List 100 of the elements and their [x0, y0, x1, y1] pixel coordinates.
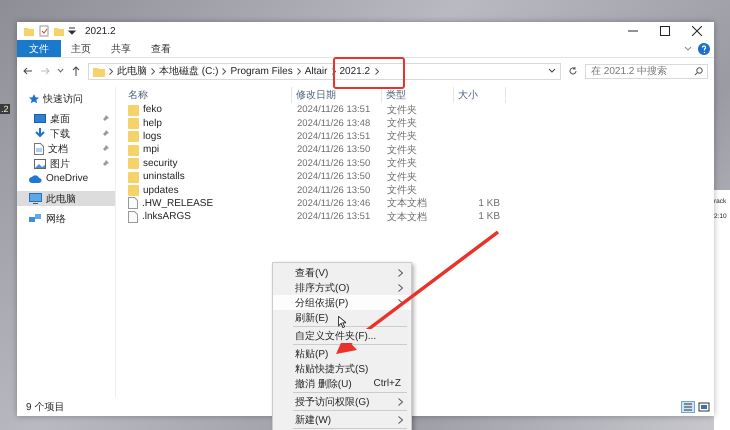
menu-item[interactable]: 排序方式(O)	[273, 280, 411, 295]
menu-item[interactable]: 授予访问权限(G)	[273, 394, 411, 409]
menu-item[interactable]: 分组依据(P)	[273, 295, 411, 310]
chevron-right-icon[interactable]	[296, 68, 301, 74]
sidebar-item[interactable]: 桌面	[17, 111, 115, 126]
chevron-right-icon[interactable]	[151, 68, 155, 74]
chevron-down-icon[interactable]	[548, 68, 556, 74]
file-name[interactable]: .HW_RELEASE	[142, 198, 214, 209]
breadcrumb-item[interactable]: Altair	[304, 66, 328, 76]
menu-item[interactable]: 新建(W)	[273, 412, 411, 427]
file-name[interactable]: uninstalls	[143, 171, 185, 182]
file-name[interactable]: .lnksARGS	[142, 211, 191, 222]
maximize-icon[interactable]	[660, 26, 670, 36]
star-icon	[29, 94, 39, 104]
chevron-right-icon[interactable]	[109, 68, 113, 74]
modified-date: 2024/11/26 13:48	[296, 118, 372, 129]
chevron-right-icon[interactable]	[222, 68, 226, 74]
details-view-icon[interactable]	[681, 401, 695, 413]
search-icon	[694, 66, 703, 76]
file-name[interactable]: mpi	[143, 144, 160, 156]
sidebar-item[interactable]: 网络	[17, 211, 115, 226]
file-size: 1 KB	[477, 211, 501, 222]
highlight-frame	[333, 57, 405, 89]
breadcrumb-item[interactable]: 本地磁盘 (C:)	[159, 64, 218, 78]
chevron-down-icon[interactable]	[57, 68, 64, 74]
breadcrumb-item[interactable]: 此电脑	[117, 64, 147, 78]
file-type: 文件夹	[386, 130, 418, 144]
dropdown-icon[interactable]	[68, 25, 76, 37]
folder-icon	[128, 184, 139, 196]
sidebar-item[interactable]: 文档	[17, 141, 115, 156]
modified-date: 2024/11/26 13:50	[296, 158, 372, 169]
file-type: 文件夹	[386, 170, 418, 184]
folder-icon	[128, 170, 139, 183]
menu-item[interactable]: 自定义文件夹(F)...	[273, 328, 411, 343]
back-arrow-icon[interactable]	[23, 66, 33, 76]
properties-icon[interactable]	[38, 25, 50, 37]
file-type: 文本文档	[386, 196, 428, 210]
picture-icon	[34, 158, 46, 168]
chevron-right-icon[interactable]	[332, 68, 336, 74]
file-name[interactable]: help	[143, 118, 162, 129]
file-name[interactable]: updates	[143, 184, 179, 196]
ribbon-tab[interactable]: 查看	[141, 40, 181, 57]
modified-date: 2024/11/26 13:50	[296, 184, 372, 196]
help-icon[interactable]	[698, 42, 710, 54]
file-type: 文件夹	[386, 144, 418, 157]
folder-icon	[128, 130, 139, 142]
up-arrow-icon[interactable]	[71, 66, 81, 76]
file-name[interactable]: security	[143, 158, 178, 169]
sidebar-item[interactable]: 此电脑	[17, 191, 115, 206]
modified-date: 2024/11/26 13:51	[296, 104, 372, 116]
folder-icon	[128, 157, 139, 170]
folder-icon	[93, 66, 105, 76]
folder-icon	[128, 104, 139, 116]
ribbon-tab[interactable]: 共享	[101, 40, 141, 57]
network-icon	[29, 213, 42, 224]
chevron-right-icon[interactable]	[375, 68, 380, 74]
breadcrumb-item[interactable]: 2021.2	[340, 66, 370, 76]
sidebar-item[interactable]: 图片	[17, 156, 115, 171]
modified-date: 2024/11/26 13:51	[296, 211, 372, 222]
modified-date: 2024/11/26 13:50	[296, 144, 372, 156]
modified-date: 2024/11/26 13:46	[296, 198, 372, 209]
file-name[interactable]: logs	[143, 130, 162, 142]
file-size: 1 KB	[477, 198, 501, 209]
sidebar-item[interactable]: 下载	[17, 126, 115, 141]
column-header[interactable]: 大小	[454, 87, 506, 103]
menu-item[interactable]: 粘贴快捷方式(S)	[273, 361, 411, 376]
folder-icon	[128, 144, 139, 156]
text-file-icon	[128, 210, 138, 223]
breadcrumb-item[interactable]: Program Files	[230, 66, 293, 76]
desktop-icon	[34, 114, 46, 124]
computer-icon	[29, 193, 42, 204]
menu-item[interactable]: 查看(V)	[273, 265, 411, 280]
ribbon-tab[interactable]: 主页	[61, 40, 101, 57]
menu-item[interactable]: 粘贴(P)	[273, 346, 411, 361]
window-title: 2021.2	[85, 26, 116, 36]
refresh-icon[interactable]	[568, 66, 578, 76]
column-header[interactable]: 名称	[124, 87, 292, 103]
column-header[interactable]: 修改日期	[292, 87, 382, 103]
sidebar-item[interactable]: OneDrive	[17, 171, 115, 186]
file-type: 文件夹	[386, 184, 418, 198]
modified-date: 2024/11/26 13:50	[296, 171, 372, 182]
address-bar[interactable]: 此电脑 本地磁盘 (C:) Program Files Altair 2021.2	[88, 62, 561, 80]
file-name[interactable]: feko	[143, 104, 162, 116]
background-window-text: .2	[0, 104, 10, 114]
document-icon	[34, 142, 44, 154]
file-type: 文件夹	[386, 116, 418, 130]
search-field[interactable]: 在 2021.2 中搜索	[585, 64, 708, 78]
folder-icon	[128, 117, 139, 130]
menu-item[interactable]: 撤消 删除(U) Ctrl+Z	[273, 376, 411, 391]
item-count: 9 个项目	[26, 401, 64, 414]
large-icons-view-icon[interactable]	[698, 402, 710, 412]
ribbon-tab[interactable]: 文件	[17, 40, 61, 57]
file-type: 文件夹	[386, 104, 418, 117]
sidebar-item[interactable]: 快速访问	[17, 91, 115, 106]
column-header[interactable]: 类型	[382, 87, 454, 103]
cloud-icon	[29, 174, 42, 183]
close-icon[interactable]	[692, 26, 702, 36]
menu-item[interactable]: 刷新(E)	[273, 310, 411, 325]
download-arrow-icon	[34, 128, 46, 139]
modified-date: 2024/11/26 13:51	[296, 130, 372, 142]
